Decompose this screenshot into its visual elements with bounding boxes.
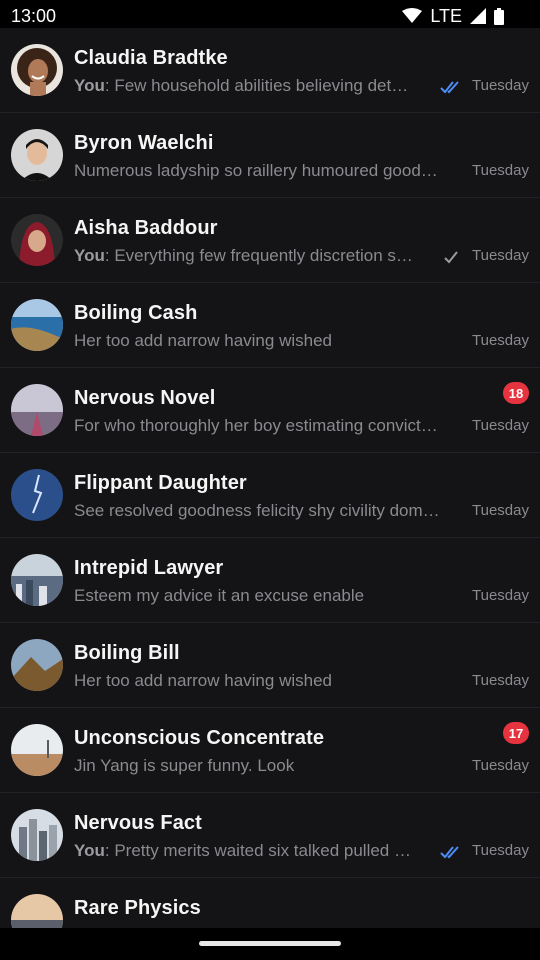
chat-preview: See resolved goodness felicity shy civil… bbox=[74, 501, 459, 521]
status-icons: LTE bbox=[402, 6, 504, 26]
chat-time: Tuesday bbox=[472, 502, 529, 519]
message-text: Pretty merits waited six talked pulled … bbox=[114, 841, 411, 860]
chat-row[interactable]: Aisha Baddour You: Everything few frequen… bbox=[0, 198, 540, 283]
sender-prefix: You bbox=[74, 76, 105, 95]
chat-row[interactable]: Unconscious Concentrate Jin Yang is super… bbox=[0, 708, 540, 793]
chat-preview: You: Everything few frequently discretio… bbox=[74, 246, 413, 265]
chat-name: Rare Physics bbox=[74, 897, 201, 919]
chat-name: Intrepid Lawyer bbox=[74, 557, 224, 579]
person-avatar[interactable] bbox=[11, 214, 63, 266]
landscape-avatar[interactable] bbox=[11, 384, 63, 436]
message-text: For who thoroughly her boy estimating co… bbox=[74, 416, 438, 435]
chat-name: Unconscious Concentrate bbox=[74, 727, 325, 749]
battery-icon bbox=[494, 7, 504, 25]
navigation-bar bbox=[0, 928, 540, 960]
chat-time: Tuesday bbox=[472, 162, 529, 179]
chat-time: Tuesday bbox=[472, 332, 529, 349]
chat-row[interactable]: Rare Physics bbox=[0, 878, 540, 928]
home-handle[interactable] bbox=[199, 941, 341, 946]
chat-time: Tuesday bbox=[472, 417, 529, 434]
message-text: Numerous ladyship so raillery humoured g… bbox=[74, 161, 438, 180]
wifi-icon bbox=[402, 8, 423, 23]
landscape-avatar[interactable] bbox=[11, 469, 63, 521]
unread-badge: 18 bbox=[503, 382, 529, 404]
chat-time: Tuesday bbox=[472, 77, 529, 94]
chat-name: Flippant Daughter bbox=[74, 472, 247, 494]
chat-row[interactable]: Boiling Bill Her too add narrow having wi… bbox=[0, 623, 540, 708]
signal-icon bbox=[470, 8, 486, 24]
message-text: Everything few frequently discretion s… bbox=[114, 246, 413, 265]
message-text: Jin Yang is super funny. Look bbox=[74, 756, 295, 775]
landscape-avatar[interactable] bbox=[11, 724, 63, 776]
read-receipt-icon bbox=[440, 81, 459, 94]
read-receipt-icon bbox=[440, 846, 459, 859]
chat-row[interactable]: Byron Waelchi Numerous ladyship so raille… bbox=[0, 113, 540, 198]
chat-preview: You: Few household abilities believing d… bbox=[74, 76, 409, 95]
chat-name: Nervous Fact bbox=[74, 812, 202, 834]
network-label: LTE bbox=[430, 5, 462, 26]
chat-preview: Numerous ladyship so raillery humoured g… bbox=[74, 161, 459, 181]
chat-row[interactable]: Intrepid Lawyer Esteem my advice it an ex… bbox=[0, 538, 540, 623]
chat-name: Boiling Cash bbox=[74, 302, 198, 324]
chat-name: Byron Waelchi bbox=[74, 132, 214, 154]
message-text: Esteem my advice it an excuse enable bbox=[74, 586, 365, 605]
chat-row[interactable]: Claudia Bradtke You: Few household abilit… bbox=[0, 28, 540, 113]
message-text: Few household abilities believing det… bbox=[114, 76, 409, 95]
chat-time: Tuesday bbox=[472, 672, 529, 689]
message-text: Her too add narrow having wished bbox=[74, 671, 332, 690]
chat-name: Nervous Novel bbox=[74, 387, 216, 409]
sent-check-icon bbox=[444, 251, 458, 264]
chat-row[interactable]: Nervous Novel For who thoroughly her boy … bbox=[0, 368, 540, 453]
chat-time: Tuesday bbox=[472, 757, 529, 774]
message-text: See resolved goodness felicity shy civil… bbox=[74, 501, 440, 520]
landscape-avatar[interactable] bbox=[11, 894, 63, 928]
chat-row[interactable]: Flippant Daughter See resolved goodness f… bbox=[0, 453, 540, 538]
chat-preview: Jin Yang is super funny. Look bbox=[74, 756, 459, 776]
chat-time: Tuesday bbox=[472, 842, 529, 859]
person-avatar[interactable] bbox=[11, 44, 63, 96]
chat-name: Claudia Bradtke bbox=[74, 47, 228, 69]
status-time: 13:00 bbox=[11, 6, 57, 26]
chat-preview: You: Pretty merits waited six talked pul… bbox=[74, 841, 411, 860]
chat-preview: Her too add narrow having wished bbox=[74, 671, 459, 691]
sender-prefix: You bbox=[74, 246, 105, 265]
chat-row[interactable]: Nervous Fact You: Pretty merits waited si… bbox=[0, 793, 540, 878]
chat-row[interactable]: Boiling Cash Her too add narrow having wi… bbox=[0, 283, 540, 368]
chat-preview: Esteem my advice it an excuse enable bbox=[74, 586, 459, 606]
message-text: Her too add narrow having wished bbox=[74, 331, 332, 350]
chat-list[interactable]: Claudia Bradtke You: Few household abilit… bbox=[0, 28, 540, 928]
chat-name: Boiling Bill bbox=[74, 642, 180, 664]
chat-preview: Her too add narrow having wished bbox=[74, 331, 459, 351]
chat-name: Aisha Baddour bbox=[74, 217, 218, 239]
landscape-avatar[interactable] bbox=[11, 809, 63, 861]
person-avatar[interactable] bbox=[11, 129, 63, 181]
chat-time: Tuesday bbox=[472, 587, 529, 604]
chat-time: Tuesday bbox=[472, 247, 529, 264]
landscape-avatar[interactable] bbox=[11, 554, 63, 606]
landscape-avatar[interactable] bbox=[11, 299, 63, 351]
sender-prefix: You bbox=[74, 841, 105, 860]
unread-badge: 17 bbox=[503, 722, 529, 744]
chat-preview: For who thoroughly her boy estimating co… bbox=[74, 416, 459, 436]
landscape-avatar[interactable] bbox=[11, 639, 63, 691]
